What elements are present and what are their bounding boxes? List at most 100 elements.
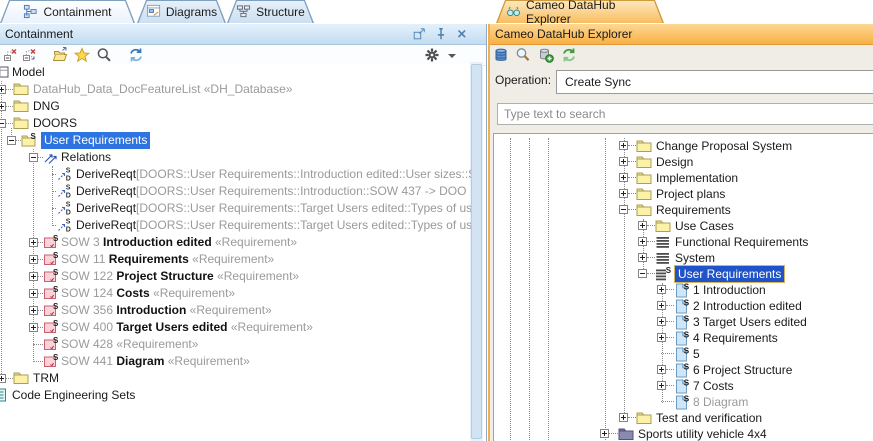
tree-row[interactable]: Project plans [494, 186, 873, 202]
tab-cameo-datahub-explorer[interactable]: Cameo DataHub Explorer [496, 0, 664, 23]
tab-label: Diagrams [166, 5, 217, 19]
add-data-source-icon[interactable] [538, 47, 555, 64]
pin-panel-button[interactable] [434, 27, 448, 41]
gear-dropdown-caret[interactable] [448, 54, 456, 58]
tree-row[interactable]: TRM [0, 370, 471, 387]
collapse-selected-icon[interactable] [22, 47, 39, 64]
tree-row[interactable]: Use Cases [494, 218, 873, 234]
tree-item-label: Requirements [656, 202, 731, 218]
tree-row[interactable]: S4 Requirements [494, 330, 873, 346]
expand-plus-icon[interactable] [29, 323, 38, 332]
expand-plus-icon[interactable] [657, 317, 666, 326]
expand-plus-icon[interactable] [29, 289, 38, 298]
svg-text:S: S [684, 299, 690, 308]
tree-row[interactable]: SSOW 122 Project Structure «Requirement» [0, 268, 471, 285]
expand-plus-icon[interactable] [638, 237, 647, 246]
tree-row[interactable]: Test and verification [494, 410, 873, 426]
tab-structure[interactable]: Structure [227, 0, 314, 23]
tree-row[interactable]: SSOW 356 Introduction «Requirement» [0, 302, 471, 319]
tab-diagrams[interactable]: Diagrams [137, 0, 226, 23]
open-specification-icon[interactable] [52, 47, 69, 64]
tree-row[interactable]: SSOW 428 «Requirement» [0, 336, 471, 353]
collapse-all-icon[interactable] [3, 47, 20, 64]
collapse-minus-icon[interactable] [619, 205, 628, 214]
tree-row[interactable]: SSOW 441 Diagram «Requirement» [0, 353, 471, 370]
expand-plus-icon[interactable] [638, 221, 647, 230]
expand-plus-icon[interactable] [0, 374, 6, 383]
tree-row[interactable]: Change Proposal System [494, 138, 873, 154]
tree-row[interactable]: SDDeriveReqt[DOORS::User Requirements::T… [0, 200, 471, 217]
collapse-minus-icon[interactable] [7, 136, 16, 145]
search-icon[interactable] [515, 47, 532, 64]
expand-plus-icon[interactable] [657, 381, 666, 390]
scrollbar-thumb[interactable] [471, 64, 482, 439]
tree-row[interactable]: SSOW 124 Costs «Requirement» [0, 285, 471, 302]
expand-plus-icon[interactable] [657, 333, 666, 342]
tree-row[interactable]: S3 Target Users edited [494, 314, 873, 330]
expand-plus-icon[interactable] [600, 429, 609, 438]
tree-item-label: Code Engineering Sets [12, 387, 135, 404]
refresh-icon[interactable] [128, 47, 145, 64]
page-s-icon: S [674, 282, 690, 298]
tree-connector [666, 337, 674, 338]
tree-row[interactable]: Design [494, 154, 873, 170]
tree-row[interactable]: Implementation [494, 170, 873, 186]
tree-row[interactable]: System [494, 250, 873, 266]
derive-icon: SD [56, 217, 72, 233]
tree-row[interactable]: SDDeriveReqt[DOORS::User Requirements::I… [0, 166, 471, 183]
tree-row[interactable]: DOORS [0, 115, 471, 132]
folder-icon [636, 170, 652, 186]
collapse-minus-icon[interactable] [29, 153, 38, 162]
data-sources-icon[interactable] [493, 47, 510, 64]
tree-row[interactable]: SUser Requirements [0, 132, 471, 149]
tree-row[interactable]: Code Engineering Sets [0, 387, 471, 404]
expand-plus-icon[interactable] [0, 85, 6, 94]
tree-row[interactable]: SSOW 11 Requirements «Requirement» [0, 251, 471, 268]
tree-row[interactable]: DataHub_Data_DocFeatureList «DH_Database… [0, 81, 471, 98]
operation-select[interactable]: Create Sync [556, 70, 873, 94]
search-icon[interactable] [96, 47, 113, 64]
search-input[interactable] [497, 103, 873, 125]
tree-row[interactable]: Relations [0, 149, 471, 166]
expand-plus-icon[interactable] [619, 141, 628, 150]
expand-plus-icon[interactable] [619, 173, 628, 182]
tree-row[interactable]: S7 Costs [494, 378, 873, 394]
expand-plus-icon[interactable] [619, 157, 628, 166]
expand-plus-icon[interactable] [29, 255, 38, 264]
tree-row[interactable]: S1 Introduction [494, 282, 873, 298]
expand-plus-icon[interactable] [619, 189, 628, 198]
favorites-star-icon[interactable] [74, 47, 91, 64]
close-panel-button[interactable] [455, 27, 469, 41]
collapse-minus-icon[interactable] [0, 119, 6, 128]
sync-icon[interactable] [561, 47, 578, 64]
tree-row[interactable]: Model [0, 64, 471, 81]
expand-plus-icon[interactable] [29, 238, 38, 247]
gear-icon[interactable] [424, 47, 441, 64]
expand-plus-icon[interactable] [657, 301, 666, 310]
tab-containment[interactable]: Containment [0, 0, 135, 23]
tree-row[interactable]: Requirements [494, 202, 873, 218]
tree-row[interactable]: SUser Requirements [494, 266, 873, 282]
tree-row[interactable]: Functional Requirements [494, 234, 873, 250]
vertical-scrollbar[interactable] [470, 62, 483, 441]
tree-row[interactable]: S6 Project Structure [494, 362, 873, 378]
tree-row[interactable]: Sports utility vehicle 4x4 [494, 426, 873, 441]
svg-text:S: S [684, 331, 690, 340]
tree-row[interactable]: DNG [0, 98, 471, 115]
expand-plus-icon[interactable] [29, 306, 38, 315]
expand-plus-icon[interactable] [657, 285, 666, 294]
tree-row[interactable]: SSOW 400 Target Users edited «Requiremen… [0, 319, 471, 336]
tree-row[interactable]: SDDeriveReqt[DOORS::User Requirements::I… [0, 183, 471, 200]
tree-row[interactable]: S5 [494, 346, 873, 362]
expand-plus-icon[interactable] [29, 272, 38, 281]
expand-plus-icon[interactable] [619, 413, 628, 422]
expand-plus-icon[interactable] [0, 102, 6, 111]
expand-plus-icon[interactable] [638, 253, 647, 262]
tree-row[interactable]: S8 Diagram [494, 394, 873, 410]
tree-row[interactable]: S2 Introduction edited [494, 298, 873, 314]
expand-plus-icon[interactable] [657, 365, 666, 374]
collapse-minus-icon[interactable] [638, 269, 647, 278]
float-panel-button[interactable] [412, 27, 426, 41]
tree-row[interactable]: SDDeriveReqt[DOORS::User Requirements::T… [0, 217, 471, 234]
tree-row[interactable]: SSOW 3 Introduction edited «Requirement» [0, 234, 471, 251]
